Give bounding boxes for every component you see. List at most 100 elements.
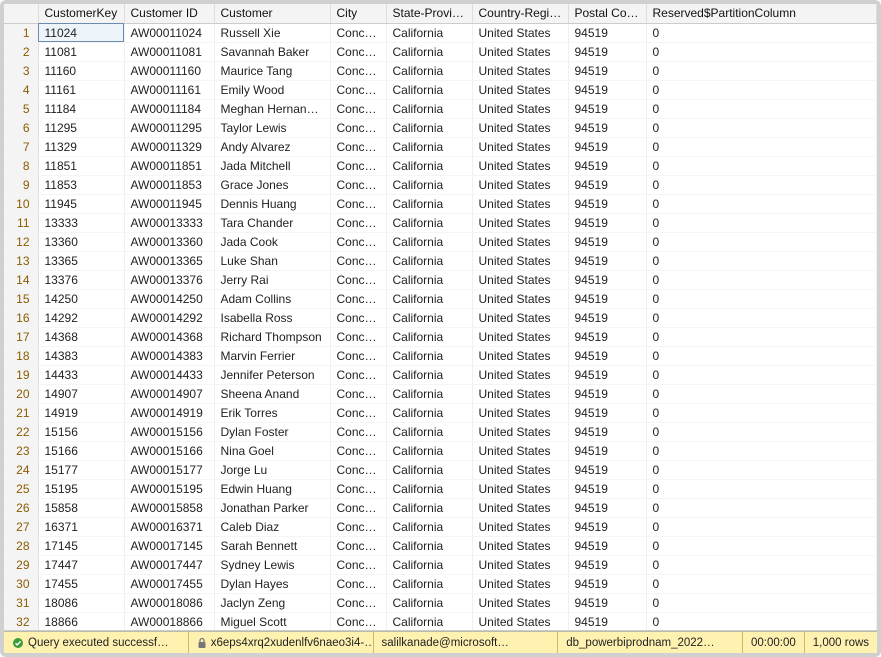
cell-country[interactable]: United States bbox=[472, 460, 568, 479]
cell-state[interactable]: California bbox=[386, 213, 472, 232]
cell-state[interactable]: California bbox=[386, 593, 472, 612]
table-row[interactable]: 2917447AW00017447Sydney LewisConcordCali… bbox=[4, 555, 877, 574]
results-grid[interactable]: CustomerKey Customer ID Customer City St… bbox=[4, 4, 877, 631]
cell-customerkey[interactable]: 11161 bbox=[38, 80, 124, 99]
cell-customerid[interactable]: AW00017145 bbox=[124, 536, 214, 555]
cell-reserved[interactable]: 0 bbox=[646, 156, 877, 175]
cell-customerkey[interactable]: 13333 bbox=[38, 213, 124, 232]
cell-country[interactable]: United States bbox=[472, 422, 568, 441]
cell-customer[interactable]: Luke Shan bbox=[214, 251, 330, 270]
cell-customerkey[interactable]: 11851 bbox=[38, 156, 124, 175]
cell-customerkey[interactable]: 15195 bbox=[38, 479, 124, 498]
cell-customerkey[interactable]: 18866 bbox=[38, 612, 124, 631]
cell-state[interactable]: California bbox=[386, 498, 472, 517]
rownum-cell[interactable]: 21 bbox=[4, 403, 38, 422]
cell-customer[interactable]: Sarah Bennett bbox=[214, 536, 330, 555]
cell-state[interactable]: California bbox=[386, 289, 472, 308]
table-row[interactable]: 3118086AW00018086Jaclyn ZengConcordCalif… bbox=[4, 593, 877, 612]
cell-state[interactable]: California bbox=[386, 574, 472, 593]
cell-customerid[interactable]: AW00015858 bbox=[124, 498, 214, 517]
cell-country[interactable]: United States bbox=[472, 194, 568, 213]
table-row[interactable]: 911853AW00011853Grace JonesConcordCalifo… bbox=[4, 175, 877, 194]
rownum-cell[interactable]: 31 bbox=[4, 593, 38, 612]
rownum-cell[interactable]: 20 bbox=[4, 384, 38, 403]
table-row[interactable]: 1614292AW00014292Isabella RossConcordCal… bbox=[4, 308, 877, 327]
cell-state[interactable]: California bbox=[386, 175, 472, 194]
cell-city[interactable]: Concord bbox=[330, 441, 386, 460]
cell-customerkey[interactable]: 16371 bbox=[38, 517, 124, 536]
cell-reserved[interactable]: 0 bbox=[646, 460, 877, 479]
cell-city[interactable]: Concord bbox=[330, 460, 386, 479]
cell-city[interactable]: Concord bbox=[330, 270, 386, 289]
rownum-cell[interactable]: 3 bbox=[4, 61, 38, 80]
cell-customer[interactable]: Maurice Tang bbox=[214, 61, 330, 80]
cell-reserved[interactable]: 0 bbox=[646, 403, 877, 422]
cell-customer[interactable]: Dennis Huang bbox=[214, 194, 330, 213]
cell-customer[interactable]: Edwin Huang bbox=[214, 479, 330, 498]
cell-postal[interactable]: 94519 bbox=[568, 61, 646, 80]
rownum-cell[interactable]: 2 bbox=[4, 42, 38, 61]
cell-customerid[interactable]: AW00011184 bbox=[124, 99, 214, 118]
cell-customerid[interactable]: AW00011945 bbox=[124, 194, 214, 213]
header-postal[interactable]: Postal Code bbox=[568, 4, 646, 23]
cell-state[interactable]: California bbox=[386, 327, 472, 346]
cell-customer[interactable]: Adam Collins bbox=[214, 289, 330, 308]
header-country[interactable]: Country-Region bbox=[472, 4, 568, 23]
cell-reserved[interactable]: 0 bbox=[646, 232, 877, 251]
cell-postal[interactable]: 94519 bbox=[568, 327, 646, 346]
cell-reserved[interactable]: 0 bbox=[646, 365, 877, 384]
table-row[interactable]: 1213360AW00013360Jada CookConcordCalifor… bbox=[4, 232, 877, 251]
cell-customerid[interactable]: AW00018866 bbox=[124, 612, 214, 631]
cell-reserved[interactable]: 0 bbox=[646, 346, 877, 365]
cell-state[interactable]: California bbox=[386, 555, 472, 574]
table-row[interactable]: 1011945AW00011945Dennis HuangConcordCali… bbox=[4, 194, 877, 213]
header-rownum[interactable] bbox=[4, 4, 38, 23]
rownum-cell[interactable]: 15 bbox=[4, 289, 38, 308]
cell-customer[interactable]: Jada Mitchell bbox=[214, 156, 330, 175]
cell-postal[interactable]: 94519 bbox=[568, 194, 646, 213]
cell-customer[interactable]: Grace Jones bbox=[214, 175, 330, 194]
cell-country[interactable]: United States bbox=[472, 327, 568, 346]
cell-customer[interactable]: Russell Xie bbox=[214, 23, 330, 42]
cell-state[interactable]: California bbox=[386, 42, 472, 61]
table-row[interactable]: 1514250AW00014250Adam CollinsConcordCali… bbox=[4, 289, 877, 308]
header-state[interactable]: State-Province bbox=[386, 4, 472, 23]
cell-customerkey[interactable]: 18086 bbox=[38, 593, 124, 612]
cell-reserved[interactable]: 0 bbox=[646, 422, 877, 441]
cell-state[interactable]: California bbox=[386, 441, 472, 460]
cell-country[interactable]: United States bbox=[472, 99, 568, 118]
cell-country[interactable]: United States bbox=[472, 517, 568, 536]
cell-state[interactable]: California bbox=[386, 156, 472, 175]
cell-customerid[interactable]: AW00014368 bbox=[124, 327, 214, 346]
cell-customerkey[interactable]: 15166 bbox=[38, 441, 124, 460]
cell-postal[interactable]: 94519 bbox=[568, 441, 646, 460]
cell-postal[interactable]: 94519 bbox=[568, 346, 646, 365]
cell-postal[interactable]: 94519 bbox=[568, 555, 646, 574]
cell-postal[interactable]: 94519 bbox=[568, 99, 646, 118]
table-row[interactable]: 311160AW00011160Maurice TangConcordCalif… bbox=[4, 61, 877, 80]
cell-city[interactable]: Concord bbox=[330, 156, 386, 175]
cell-city[interactable]: Concord bbox=[330, 80, 386, 99]
rownum-cell[interactable]: 30 bbox=[4, 574, 38, 593]
cell-city[interactable]: Concord bbox=[330, 99, 386, 118]
cell-customerkey[interactable]: 14383 bbox=[38, 346, 124, 365]
cell-customer[interactable]: Nina Goel bbox=[214, 441, 330, 460]
cell-state[interactable]: California bbox=[386, 80, 472, 99]
cell-city[interactable]: Concord bbox=[330, 403, 386, 422]
rownum-cell[interactable]: 22 bbox=[4, 422, 38, 441]
cell-customerid[interactable]: AW00011329 bbox=[124, 137, 214, 156]
table-row[interactable]: 2114919AW00014919Erik TorresConcordCalif… bbox=[4, 403, 877, 422]
cell-city[interactable]: Concord bbox=[330, 308, 386, 327]
cell-postal[interactable]: 94519 bbox=[568, 460, 646, 479]
cell-reserved[interactable]: 0 bbox=[646, 80, 877, 99]
cell-customerid[interactable]: AW00014919 bbox=[124, 403, 214, 422]
cell-city[interactable]: Concord bbox=[330, 232, 386, 251]
cell-customer[interactable]: Emily Wood bbox=[214, 80, 330, 99]
rownum-cell[interactable]: 12 bbox=[4, 232, 38, 251]
cell-customer[interactable]: Jonathan Parker bbox=[214, 498, 330, 517]
cell-customerid[interactable]: AW00016371 bbox=[124, 517, 214, 536]
cell-city[interactable]: Concord bbox=[330, 479, 386, 498]
cell-postal[interactable]: 94519 bbox=[568, 289, 646, 308]
cell-city[interactable]: Concord bbox=[330, 517, 386, 536]
cell-country[interactable]: United States bbox=[472, 403, 568, 422]
